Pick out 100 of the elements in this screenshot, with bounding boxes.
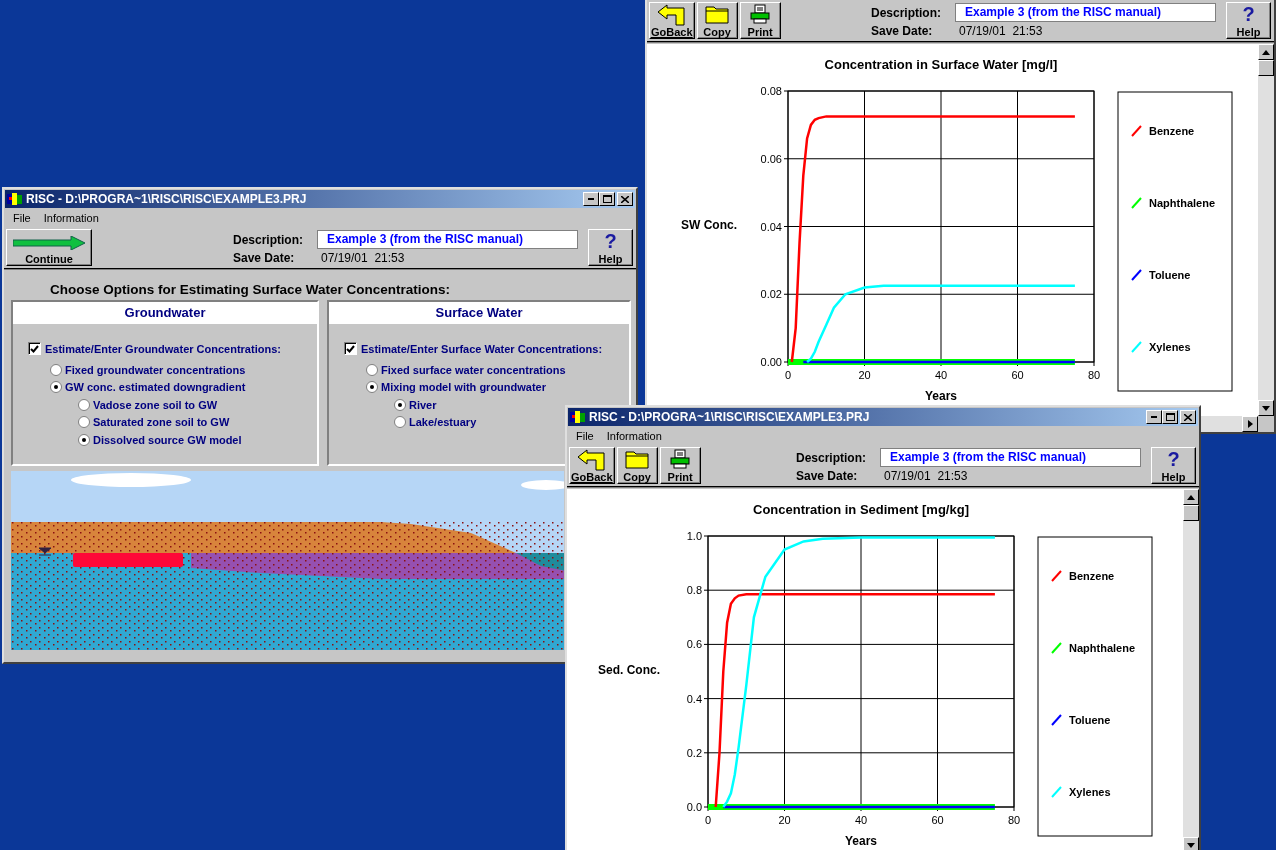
printer-icon	[749, 4, 772, 24]
radio-button[interactable]	[394, 416, 406, 429]
maximize-icon	[1165, 413, 1175, 421]
window-title: RISC - D:\PROGRA~1\RISC\RISC\EXAMPLE3.PRJ	[589, 410, 870, 424]
description-label: Description:	[871, 5, 942, 20]
close-button[interactable]	[1180, 410, 1196, 424]
radio-button[interactable]	[50, 381, 62, 394]
toolbar-button[interactable]: GoBack	[569, 447, 615, 484]
axis-tick-label: 60	[1011, 369, 1024, 381]
option-label: Mixing model with groundwater	[381, 381, 546, 394]
scroll-up-button[interactable]	[1183, 489, 1199, 505]
checkbox[interactable]	[344, 342, 357, 355]
help-button[interactable]: ? Help	[1151, 447, 1196, 484]
menu-item[interactable]: Information	[606, 430, 662, 442]
maximize-icon	[602, 195, 612, 203]
option-label: Fixed surface water concentrations	[381, 363, 566, 376]
save-date-label: Save Date:	[871, 24, 934, 38]
y-axis-label: SW Conc.	[681, 217, 737, 232]
scroll-thumb[interactable]	[1258, 60, 1274, 76]
menu-item[interactable]: File	[13, 212, 31, 224]
save-date-value: 07/19/01 21:53	[958, 24, 1044, 38]
axis-tick-label: 60	[931, 814, 944, 826]
check-icon	[346, 344, 355, 353]
minimize-button[interactable]	[1146, 410, 1162, 424]
axis-tick-label: 0.02	[760, 288, 782, 301]
description-field[interactable]: Example 3 (from the RISC manual)	[955, 3, 1216, 22]
option-label: GW conc. estimated downgradient	[65, 381, 246, 394]
legend-label: Benzene	[1149, 125, 1195, 137]
minimize-icon	[588, 198, 594, 200]
down-arrow-icon	[1262, 405, 1270, 411]
back-arrow-icon	[576, 449, 607, 471]
app-icon	[570, 410, 586, 424]
axis-tick-label: 20	[858, 369, 871, 381]
radio-button[interactable]	[366, 381, 378, 394]
axis-tick-label: 40	[934, 369, 948, 381]
legend-label: Naphthalene	[1069, 642, 1135, 654]
question-mark-icon: ?	[1242, 4, 1255, 24]
legend-label: Xylenes	[1069, 786, 1111, 798]
description-field[interactable]: Example 3 (from the RISC manual)	[317, 230, 578, 249]
option-label: Lake/estuary	[409, 416, 477, 429]
checkbox[interactable]	[28, 342, 41, 355]
legend-label: Toluene	[1069, 714, 1111, 726]
save-date-label: Save Date:	[233, 251, 296, 265]
panel-title: Groundwater	[13, 302, 317, 324]
axis-tick-label: 1.0	[686, 530, 702, 542]
scroll-up-button[interactable]	[1258, 44, 1274, 60]
maximize-button[interactable]	[599, 192, 615, 206]
axis-tick-label: 0	[784, 369, 792, 381]
up-arrow-icon	[1262, 49, 1270, 55]
close-icon	[621, 195, 629, 203]
axis-tick-label: 0	[704, 814, 712, 826]
scroll-thumb[interactable]	[1183, 505, 1199, 521]
radio-button[interactable]	[78, 398, 90, 411]
arrow-icon	[13, 236, 85, 250]
right-arrow-icon	[1247, 420, 1253, 428]
scroll-down-button[interactable]	[1183, 837, 1199, 850]
vertical-scrollbar[interactable]	[1258, 44, 1274, 416]
axis-tick-label: 0.4	[686, 692, 702, 705]
save-date-label: Save Date:	[796, 469, 859, 483]
radio-button[interactable]	[394, 398, 406, 411]
radio-button[interactable]	[50, 363, 62, 376]
menu-item[interactable]: Information	[43, 212, 99, 224]
toolbar-button[interactable]: GoBack	[649, 2, 695, 39]
x-axis-label: Years	[845, 834, 877, 848]
legend-label: Naphthalene	[1149, 197, 1215, 209]
legend-label: Xylenes	[1149, 341, 1191, 353]
description-field[interactable]: Example 3 (from the RISC manual)	[880, 448, 1141, 467]
y-axis-label: Sed. Conc.	[598, 662, 660, 677]
close-button[interactable]	[617, 192, 633, 206]
horizontal-scrollbar[interactable]	[1200, 416, 1258, 432]
checkbox-label: Estimate/Enter Surface Water Concentrations:	[361, 342, 603, 355]
vertical-scrollbar[interactable]	[1183, 489, 1199, 850]
radio-button[interactable]	[78, 416, 90, 429]
check-icon	[30, 344, 39, 353]
help-button[interactable]: ? Help	[1226, 2, 1271, 39]
legend-label: Toluene	[1149, 269, 1191, 281]
minimize-button[interactable]	[583, 192, 599, 206]
maximize-button[interactable]	[1162, 410, 1178, 424]
toolbar-button[interactable]: Print	[739, 2, 781, 39]
axis-tick-label: 20	[778, 814, 791, 826]
toolbar-button[interactable]: Copy	[696, 2, 738, 39]
checkbox-label: Estimate/Enter Groundwater Concentrations:	[45, 342, 281, 355]
close-icon	[1184, 413, 1192, 421]
option-label: River	[409, 398, 437, 411]
help-button[interactable]: ? Help	[588, 229, 633, 266]
x-axis-label: Years	[925, 389, 957, 403]
scroll-right-button[interactable]	[1242, 416, 1258, 432]
window-title: RISC - D:\PROGRA~1\RISC\RISC\EXAMPLE3.PRJ	[26, 192, 307, 206]
scroll-down-button[interactable]	[1258, 400, 1274, 416]
chart-title: Concentration in Sediment [mg/kg]	[753, 502, 969, 517]
toolbar-button[interactable]: Continue	[6, 229, 92, 266]
toolbar-button[interactable]: Copy	[616, 447, 658, 484]
menu-item[interactable]: File	[576, 430, 594, 442]
description-label: Description:	[796, 450, 867, 465]
option-label: Vadose zone soil to GW	[93, 398, 218, 411]
radio-button[interactable]	[366, 363, 378, 376]
toolbar-button[interactable]: Print	[659, 447, 701, 484]
axis-tick-label: 0.2	[686, 746, 702, 759]
axis-tick-label: 0.0	[686, 801, 702, 813]
radio-button[interactable]	[78, 433, 90, 446]
